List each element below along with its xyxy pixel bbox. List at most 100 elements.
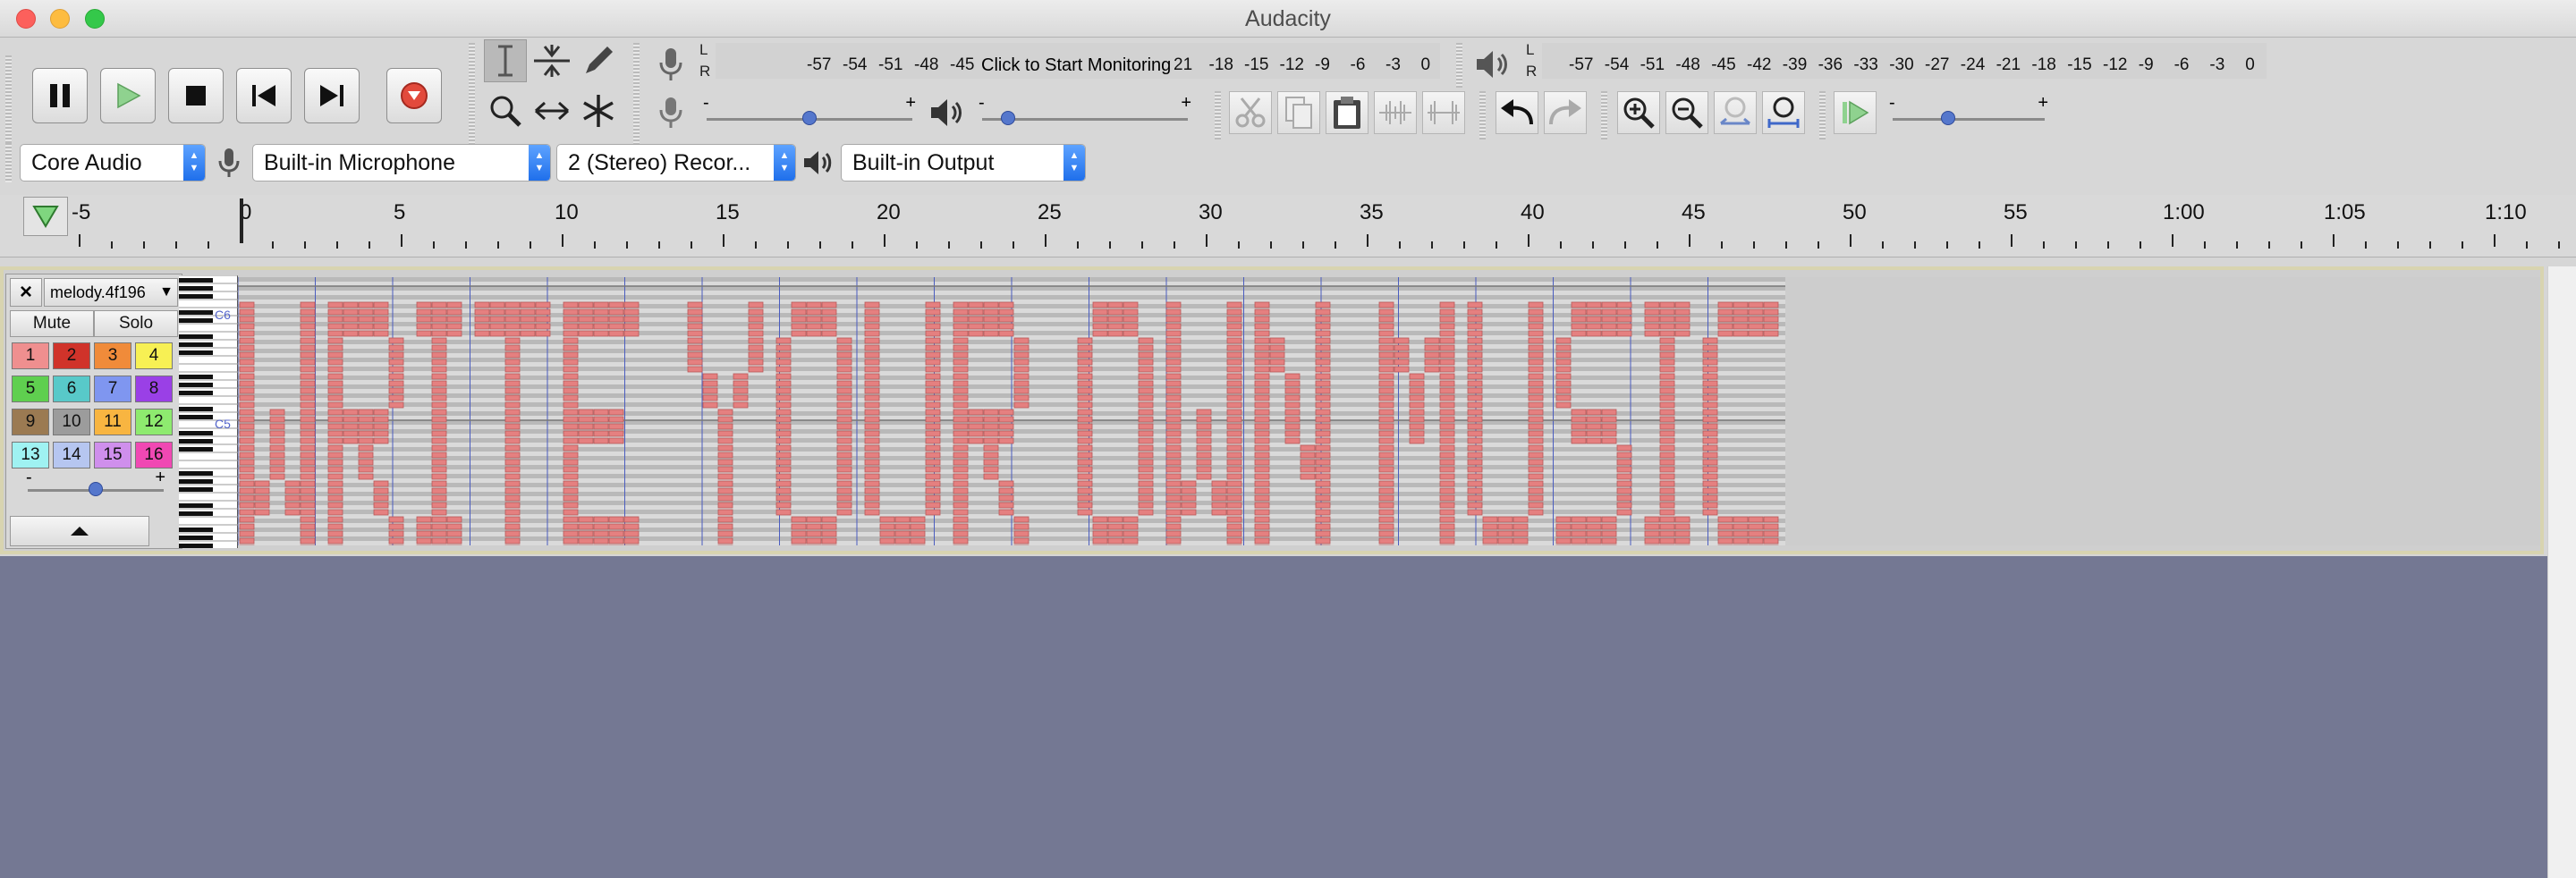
midi-note[interactable] <box>1467 473 1483 480</box>
midi-note[interactable] <box>1528 473 1544 480</box>
midi-note[interactable] <box>1378 430 1394 437</box>
midi-note[interactable] <box>748 359 764 366</box>
midi-note[interactable] <box>953 380 969 387</box>
midi-note[interactable] <box>1439 359 1455 366</box>
midi-note[interactable] <box>327 452 343 459</box>
midi-note[interactable] <box>1528 380 1544 387</box>
channel-button[interactable]: 15 <box>94 442 131 469</box>
midi-note[interactable] <box>1196 423 1212 430</box>
midi-note[interactable] <box>1165 409 1182 416</box>
midi-note[interactable] <box>821 308 837 316</box>
midi-note[interactable] <box>836 373 852 380</box>
midi-note[interactable] <box>1181 494 1197 502</box>
channel-button[interactable]: 8 <box>135 376 173 402</box>
midi-note[interactable] <box>504 373 521 380</box>
midi-note[interactable] <box>836 509 852 516</box>
midi-note[interactable] <box>1424 344 1440 351</box>
midi-note[interactable] <box>578 316 594 323</box>
play-button[interactable] <box>100 68 156 123</box>
midi-note[interactable] <box>1439 423 1455 430</box>
midi-note[interactable] <box>343 308 359 316</box>
toolbar-grip[interactable] <box>1456 43 1462 88</box>
play-at-speed-button[interactable] <box>1834 91 1877 134</box>
midi-note[interactable] <box>489 308 505 316</box>
midi-note[interactable] <box>1555 516 1572 523</box>
midi-note[interactable] <box>1226 366 1242 373</box>
midi-note[interactable] <box>925 509 941 516</box>
midi-note[interactable] <box>687 301 703 308</box>
midi-note[interactable] <box>1315 487 1331 494</box>
midi-note[interactable] <box>864 509 880 516</box>
midi-note[interactable] <box>775 466 792 473</box>
midi-note[interactable] <box>1165 494 1182 502</box>
midi-note[interactable] <box>388 344 404 351</box>
midi-note[interactable] <box>504 308 521 316</box>
midi-note[interactable] <box>1378 344 1394 351</box>
midi-note[interactable] <box>1077 437 1093 444</box>
midi-note[interactable] <box>504 530 521 537</box>
midi-note[interactable] <box>474 316 490 323</box>
midi-note[interactable] <box>1616 308 1632 316</box>
midi-note[interactable] <box>1467 330 1483 337</box>
midi-note[interactable] <box>535 301 551 308</box>
midi-note[interactable] <box>269 473 285 480</box>
midi-note[interactable] <box>1439 401 1455 409</box>
midi-note[interactable] <box>608 416 624 423</box>
midi-note[interactable] <box>1226 530 1242 537</box>
midi-note[interactable] <box>431 373 447 380</box>
midi-note[interactable] <box>343 437 359 444</box>
midi-note[interactable] <box>563 323 579 330</box>
midi-note[interactable] <box>608 530 624 537</box>
midi-note[interactable] <box>563 380 579 387</box>
midi-note[interactable] <box>1733 516 1749 523</box>
midi-note[interactable] <box>327 509 343 516</box>
midi-note[interactable] <box>1315 359 1331 366</box>
midi-note[interactable] <box>1702 416 1718 423</box>
midi-note[interactable] <box>1702 366 1718 373</box>
midi-note[interactable] <box>1467 459 1483 466</box>
midi-note[interactable] <box>578 423 594 430</box>
midi-note[interactable] <box>300 316 316 323</box>
midi-note[interactable] <box>1659 373 1675 380</box>
midi-note[interactable] <box>836 409 852 416</box>
midi-note[interactable] <box>1254 530 1270 537</box>
midi-note[interactable] <box>1748 330 1764 337</box>
midi-note[interactable] <box>1702 409 1718 416</box>
midi-note[interactable] <box>431 430 447 437</box>
midi-note[interactable] <box>1138 430 1154 437</box>
midi-note[interactable] <box>1284 373 1301 380</box>
midi-note[interactable] <box>300 516 316 523</box>
midi-note[interactable] <box>1571 416 1587 423</box>
midi-note[interactable] <box>1467 337 1483 344</box>
midi-note[interactable] <box>953 359 969 366</box>
midi-note[interactable] <box>1555 537 1572 545</box>
midi-note[interactable] <box>1254 452 1270 459</box>
midi-note[interactable] <box>1226 380 1242 387</box>
midi-note[interactable] <box>775 423 792 430</box>
midi-note[interactable] <box>1497 537 1513 545</box>
midi-note[interactable] <box>717 459 733 466</box>
midi-note[interactable] <box>1077 494 1093 502</box>
midi-note[interactable] <box>1123 516 1139 523</box>
midi-note[interactable] <box>953 452 969 459</box>
midi-note[interactable] <box>593 316 609 323</box>
midi-note[interactable] <box>1763 330 1779 337</box>
midi-note[interactable] <box>1077 366 1093 373</box>
midi-note[interactable] <box>806 530 822 537</box>
midi-note[interactable] <box>1571 523 1587 530</box>
midi-note[interactable] <box>1226 430 1242 437</box>
channel-button[interactable]: 14 <box>53 442 90 469</box>
midi-note[interactable] <box>431 523 447 530</box>
midi-note[interactable] <box>983 459 999 466</box>
midi-note[interactable] <box>239 344 255 351</box>
midi-note[interactable] <box>1528 323 1544 330</box>
midi-note[interactable] <box>1717 516 1733 523</box>
midi-note[interactable] <box>748 301 764 308</box>
midi-note[interactable] <box>687 359 703 366</box>
midi-note[interactable] <box>593 416 609 423</box>
midi-note[interactable] <box>821 316 837 323</box>
midi-note[interactable] <box>1571 430 1587 437</box>
midi-note[interactable] <box>1616 509 1632 516</box>
midi-note[interactable] <box>343 416 359 423</box>
midi-note[interactable] <box>717 416 733 423</box>
